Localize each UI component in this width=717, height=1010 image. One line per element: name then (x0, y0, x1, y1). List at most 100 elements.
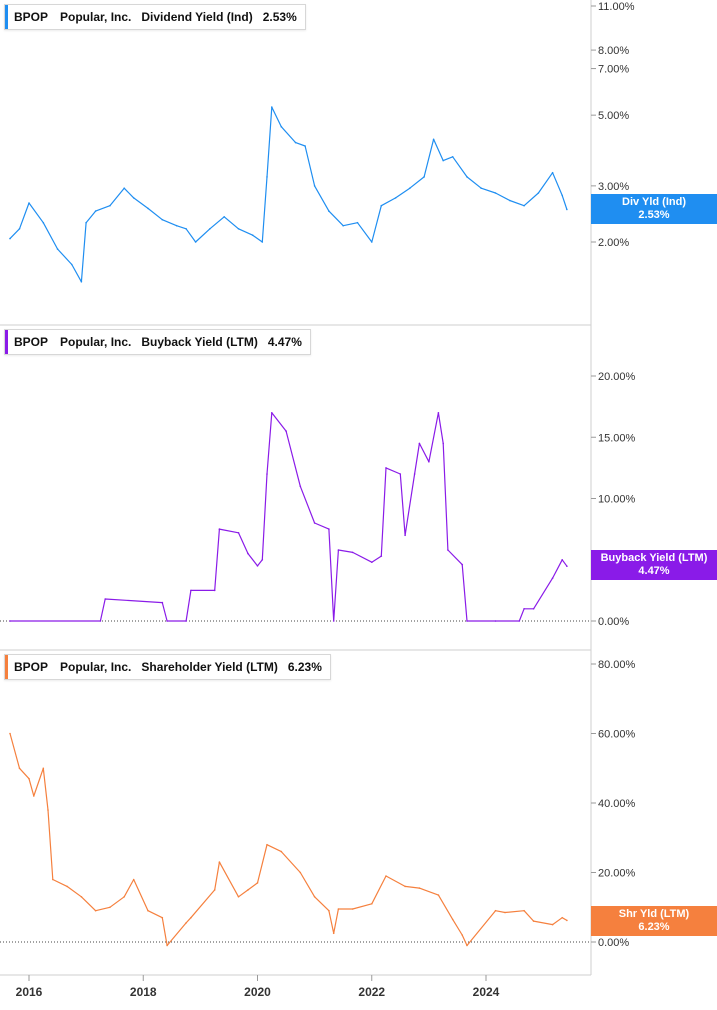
data-point (247, 889, 249, 891)
data-point (261, 559, 264, 561)
metric-value: 4.47% (267, 335, 302, 349)
data-point (185, 620, 187, 622)
data-point (518, 620, 521, 622)
data-point (71, 263, 73, 266)
data-point (285, 430, 287, 432)
data-point (104, 598, 106, 600)
data-point (566, 919, 568, 922)
data-point (28, 202, 30, 204)
data-point (561, 559, 563, 561)
data-point (304, 145, 306, 147)
data-point (190, 589, 192, 592)
data-point (237, 896, 240, 898)
data-point (161, 218, 164, 221)
data-point (47, 809, 49, 811)
data-point (52, 878, 54, 881)
data-point (9, 237, 11, 240)
data-point (532, 920, 535, 922)
data-point (9, 732, 11, 735)
tag-label: Div Yld (Ind) (622, 196, 686, 208)
ticker-label: BPOP (14, 660, 49, 674)
data-point (494, 620, 497, 622)
data-point (380, 204, 383, 207)
x-tick-label: 2020 (244, 985, 271, 999)
data-point (313, 522, 316, 524)
data-point (404, 885, 406, 888)
series-line (9, 106, 568, 283)
data-point (271, 106, 273, 108)
data-point (256, 565, 259, 567)
data-point (218, 528, 221, 530)
data-point (247, 552, 249, 555)
tag-value: 6.23% (638, 921, 670, 933)
data-point (18, 228, 21, 230)
data-point (551, 923, 554, 926)
data-point (313, 896, 316, 898)
y-tick-label: 20.00% (598, 868, 636, 880)
panel-2-value-tag: Shr Yld (LTM) 6.23% (591, 906, 717, 936)
data-point (423, 176, 425, 178)
data-point (280, 125, 283, 128)
data-point (85, 221, 87, 224)
y-tick-label: 5.00% (598, 110, 629, 122)
data-point (251, 234, 254, 236)
data-point (80, 896, 83, 898)
data-point (161, 916, 164, 919)
data-point (332, 932, 335, 935)
data-point (504, 911, 506, 914)
data-point (132, 197, 135, 199)
data-point (442, 159, 445, 162)
data-point (523, 204, 525, 207)
data-point (175, 224, 178, 227)
data-point (132, 878, 135, 881)
data-point (342, 224, 345, 227)
tag-label: Buyback Yield (LTM) (600, 552, 708, 564)
x-tick-label: 2018 (130, 985, 157, 999)
series-swatch (5, 330, 8, 354)
y-tick-label: 7.00% (598, 64, 629, 76)
data-point (428, 461, 430, 463)
data-point (466, 944, 468, 947)
y-tick-label: 15.00% (598, 432, 636, 444)
panel-1-header: BPOP Popular, Inc. Buyback Yield (LTM) 4… (4, 329, 311, 355)
data-point (94, 210, 97, 212)
data-point (266, 473, 268, 475)
ticker-label: BPOP (14, 10, 49, 24)
data-point (42, 221, 45, 224)
data-point (561, 194, 563, 197)
y-tick-label: 10.00% (598, 494, 636, 506)
metric-name: Buyback Yield (LTM) (141, 335, 258, 349)
data-point (271, 412, 273, 414)
data-point (413, 473, 416, 475)
company-name: Popular, Inc. (60, 10, 132, 24)
y-tick-label: 80.00% (598, 659, 636, 671)
data-point (494, 909, 497, 912)
data-point (551, 577, 554, 579)
data-point (299, 871, 302, 874)
series-swatch (5, 5, 8, 29)
metric-value: 6.23% (287, 660, 322, 674)
data-point (185, 228, 187, 230)
data-point (337, 908, 340, 910)
data-point (337, 549, 340, 551)
data-point (261, 241, 264, 243)
chart-root: 2.00%3.00%5.00%7.00%8.00%11.00%0.00%5.00… (0, 0, 717, 1005)
data-point (213, 589, 216, 592)
data-point (532, 608, 535, 610)
data-point (385, 467, 387, 469)
data-point (351, 551, 354, 554)
data-point (566, 565, 568, 567)
data-point (123, 187, 125, 189)
series-line (9, 733, 568, 947)
y-tick-label: 0.00% (598, 937, 629, 949)
x-tick-label: 2022 (358, 985, 385, 999)
series-line (10, 412, 568, 622)
data-point (385, 875, 387, 877)
data-point (551, 171, 554, 174)
tag-value: 4.47% (638, 565, 670, 577)
y-tick-label: 2.00% (598, 237, 629, 249)
y-tick-label: 3.00% (598, 181, 629, 193)
data-point (461, 934, 464, 936)
data-point (123, 896, 125, 898)
data-point (494, 192, 497, 194)
